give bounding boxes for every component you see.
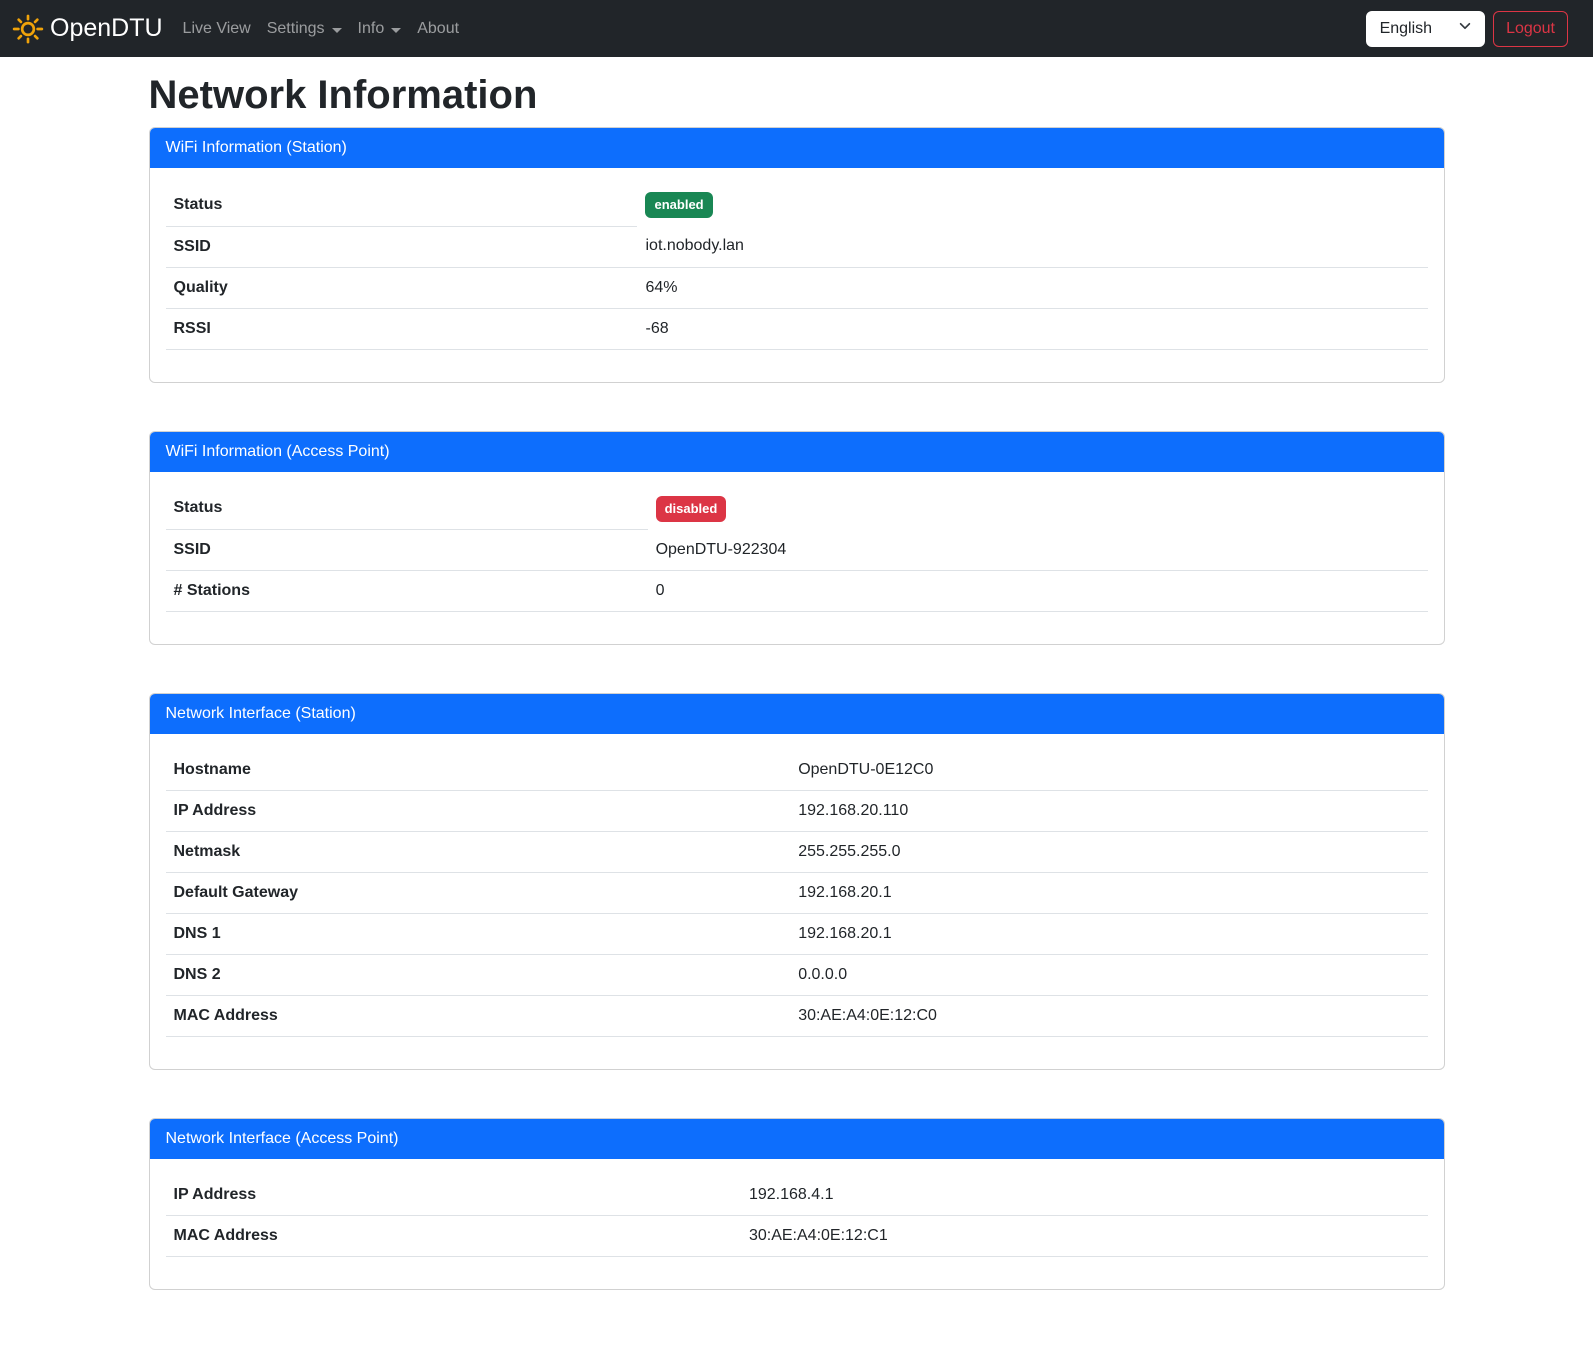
row-value: iot.nobody.lan <box>637 226 1427 267</box>
language-select[interactable]: English <box>1366 11 1485 47</box>
chevron-down-icon <box>1458 19 1472 38</box>
nav-item-settings[interactable]: Settings <box>259 12 350 46</box>
card-wifi-station-header: WiFi Information (Station) <box>150 128 1444 168</box>
network-interface-access-point-table: IP Address 192.168.4.1 MAC Address 30:AE… <box>166 1175 1428 1257</box>
card-wifi-access-point: WiFi Information (Access Point) Status d… <box>149 431 1445 646</box>
row-label: Quality <box>166 267 638 308</box>
row-value: 255.255.255.0 <box>790 832 1427 873</box>
nav-item-live-view[interactable]: Live View <box>175 12 259 46</box>
table-row-mac-address: MAC Address 30:AE:A4:0E:12:C1 <box>166 1216 1428 1257</box>
table-row-dns1: DNS 1 192.168.20.1 <box>166 914 1428 955</box>
main-content: Network Information WiFi Information (St… <box>137 71 1457 1290</box>
card-body: Status disabled SSID OpenDTU-922304 # St… <box>150 472 1444 645</box>
row-label: Status <box>166 488 648 530</box>
status-badge: enabled <box>645 192 712 218</box>
nav-item-label: Live View <box>183 20 251 38</box>
row-value: 0.0.0.0 <box>790 955 1427 996</box>
caret-down-icon <box>332 28 342 33</box>
card-body: Hostname OpenDTU-0E12C0 IP Address 192.1… <box>150 734 1444 1069</box>
table-row-ip-address: IP Address 192.168.20.110 <box>166 791 1428 832</box>
row-label: MAC Address <box>166 1216 741 1257</box>
brand-label: OpenDTU <box>50 14 163 43</box>
table-row-hostname: Hostname OpenDTU-0E12C0 <box>166 750 1428 791</box>
row-value: OpenDTU-922304 <box>648 530 1428 571</box>
table-row-ip-address: IP Address 192.168.4.1 <box>166 1175 1428 1216</box>
row-label: Status <box>166 184 638 226</box>
row-label: Hostname <box>166 750 791 791</box>
table-row-status: Status enabled <box>166 184 1428 226</box>
row-label: DNS 1 <box>166 914 791 955</box>
row-value: 192.168.20.1 <box>790 914 1427 955</box>
card-wifi-station: WiFi Information (Station) Status enable… <box>149 127 1445 383</box>
sun-logo-icon <box>12 13 44 45</box>
row-value: 0 <box>648 571 1428 612</box>
row-label: # Stations <box>166 571 648 612</box>
row-label: IP Address <box>166 1175 741 1216</box>
table-row-ssid: SSID OpenDTU-922304 <box>166 530 1428 571</box>
brand[interactable]: OpenDTU <box>12 13 163 45</box>
navbar-right-group: English Logout <box>1366 11 1568 47</box>
table-row-default-gateway: Default Gateway 192.168.20.1 <box>166 873 1428 914</box>
row-label: RSSI <box>166 308 638 349</box>
card-wifi-access-point-header: WiFi Information (Access Point) <box>150 432 1444 472</box>
nav-item-about[interactable]: About <box>409 12 467 46</box>
nav-item-info[interactable]: Info <box>350 12 410 46</box>
row-value: 30:AE:A4:0E:12:C1 <box>741 1216 1428 1257</box>
logout-button[interactable]: Logout <box>1493 11 1568 47</box>
row-value: disabled <box>648 488 1428 530</box>
table-row-stations: # Stations 0 <box>166 571 1428 612</box>
row-value: OpenDTU-0E12C0 <box>790 750 1427 791</box>
row-value: 64% <box>637 267 1427 308</box>
card-network-interface-access-point: Network Interface (Access Point) IP Addr… <box>149 1118 1445 1290</box>
language-selected-value: English <box>1380 20 1432 38</box>
nav-links: Live View Settings Info About <box>175 12 468 46</box>
network-interface-station-table: Hostname OpenDTU-0E12C0 IP Address 192.1… <box>166 750 1428 1037</box>
card-network-interface-access-point-header: Network Interface (Access Point) <box>150 1119 1444 1159</box>
card-network-interface-station-header: Network Interface (Station) <box>150 694 1444 734</box>
card-network-interface-station: Network Interface (Station) Hostname Ope… <box>149 693 1445 1070</box>
row-value: 192.168.4.1 <box>741 1175 1428 1216</box>
caret-down-icon <box>391 28 401 33</box>
card-body: Status enabled SSID iot.nobody.lan Quali… <box>150 168 1444 382</box>
row-label: Default Gateway <box>166 873 791 914</box>
nav-item-label: About <box>417 20 459 38</box>
row-label: Netmask <box>166 832 791 873</box>
row-value: 192.168.20.110 <box>790 791 1427 832</box>
row-value: 30:AE:A4:0E:12:C0 <box>790 996 1427 1037</box>
navbar: OpenDTU Live View Settings Info About En… <box>0 0 1593 57</box>
table-row-rssi: RSSI -68 <box>166 308 1428 349</box>
row-label: IP Address <box>166 791 791 832</box>
table-row-dns2: DNS 2 0.0.0.0 <box>166 955 1428 996</box>
table-row-mac-address: MAC Address 30:AE:A4:0E:12:C0 <box>166 996 1428 1037</box>
nav-item-label: Info <box>358 20 385 38</box>
table-row-ssid: SSID iot.nobody.lan <box>166 226 1428 267</box>
table-row-quality: Quality 64% <box>166 267 1428 308</box>
row-label: DNS 2 <box>166 955 791 996</box>
status-badge: disabled <box>656 496 727 522</box>
table-row-netmask: Netmask 255.255.255.0 <box>166 832 1428 873</box>
table-row-status: Status disabled <box>166 488 1428 530</box>
card-body: IP Address 192.168.4.1 MAC Address 30:AE… <box>150 1159 1444 1289</box>
page-title: Network Information <box>149 71 1445 119</box>
row-label: SSID <box>166 226 638 267</box>
row-label: SSID <box>166 530 648 571</box>
wifi-access-point-table: Status disabled SSID OpenDTU-922304 # St… <box>166 488 1428 613</box>
row-label: MAC Address <box>166 996 791 1037</box>
nav-item-label: Settings <box>267 20 325 38</box>
row-value: enabled <box>637 184 1427 226</box>
wifi-station-table: Status enabled SSID iot.nobody.lan Quali… <box>166 184 1428 350</box>
row-value: -68 <box>637 308 1427 349</box>
row-value: 192.168.20.1 <box>790 873 1427 914</box>
navbar-inner: OpenDTU Live View Settings Info About En… <box>0 11 1593 47</box>
